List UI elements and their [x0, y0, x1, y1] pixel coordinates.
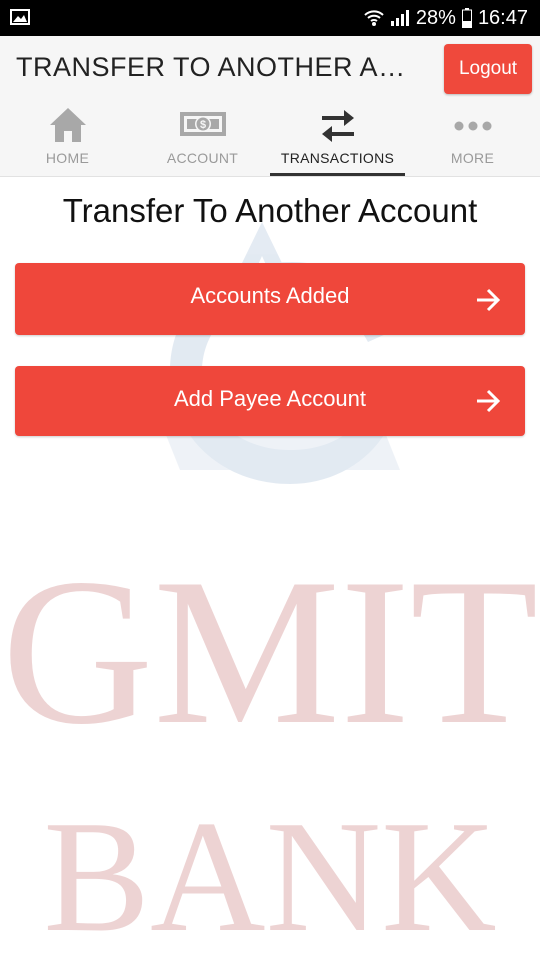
svg-text:$: $: [199, 119, 205, 131]
tab-more-label: MORE: [450, 150, 495, 166]
add-payee-account-button[interactable]: Add Payee Account: [15, 366, 525, 436]
add-payee-account-label: Add Payee Account: [173, 386, 367, 411]
tab-account[interactable]: $ ACCOUNT: [135, 100, 270, 176]
tab-transactions-label: TRANSACTIONS: [280, 150, 395, 166]
battery-icon: [461, 8, 472, 28]
accounts-added-button[interactable]: Accounts Added: [15, 263, 525, 335]
more-dots-icon: [454, 121, 491, 131]
home-icon: [49, 108, 86, 142]
page-title: Transfer To Another Account: [62, 192, 478, 229]
clock-time: 16:47: [477, 6, 528, 29]
banknote-icon: $: [179, 112, 226, 136]
tab-bar: HOME $ ACCOUNT TRANSACTIONS MORE: [0, 100, 540, 177]
logout-button[interactable]: Logout: [444, 44, 532, 94]
active-tab-indicator: [270, 173, 405, 176]
wifi-icon: [364, 10, 384, 26]
accounts-added-label: Accounts Added: [190, 283, 350, 308]
gallery-notification-icon: [10, 9, 30, 25]
tab-account-label: ACCOUNT: [166, 150, 239, 166]
swap-arrows-icon: [321, 110, 354, 142]
tab-home-label: HOME: [45, 150, 90, 166]
watermark-text-bank: BANK: [43, 787, 496, 960]
tab-more[interactable]: MORE: [405, 100, 540, 176]
bank-logo-watermark: [160, 222, 402, 484]
arrow-right-icon: [477, 288, 501, 312]
arrow-right-icon: [477, 389, 501, 413]
tab-home[interactable]: HOME: [0, 100, 135, 176]
signal-icon: [390, 10, 409, 26]
tab-transactions[interactable]: TRANSACTIONS: [270, 100, 405, 176]
status-bar: 28% 16:47: [0, 0, 540, 36]
app-header: TRANSFER TO ANOTHER ACC... Logout: [0, 36, 540, 100]
battery-percent: 28%: [415, 6, 456, 29]
page-header-title: TRANSFER TO ANOTHER ACC...: [16, 52, 424, 82]
watermark-text-gmit: GMIT: [2, 536, 539, 768]
